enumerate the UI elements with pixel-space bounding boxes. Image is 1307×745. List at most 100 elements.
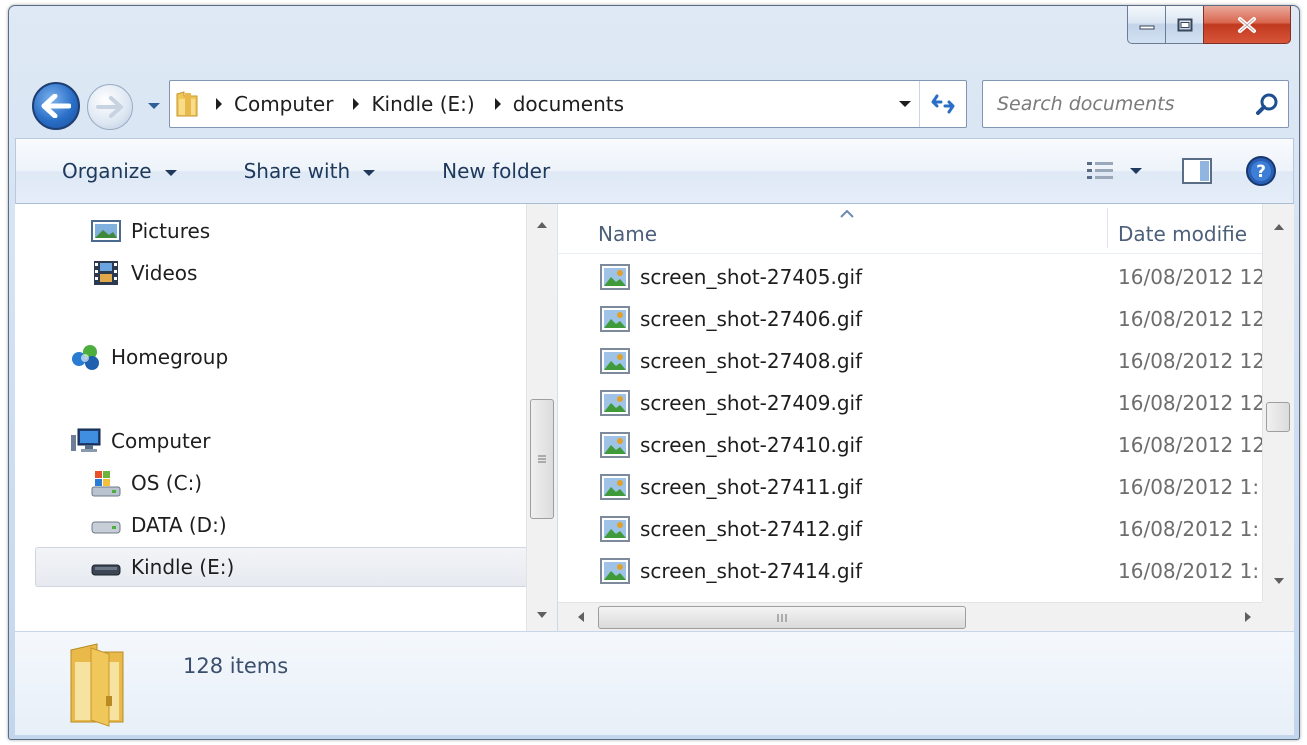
share-with-button[interactable]: Share with [230, 151, 391, 191]
file-date-modified: 16/08/2012 12 [1118, 265, 1262, 289]
address-history-button[interactable] [890, 81, 920, 127]
maximize-icon [1177, 18, 1192, 31]
chevron-down-icon [164, 159, 178, 183]
videos-icon [89, 259, 123, 287]
file-name: screen_shot-27414.gif [640, 559, 863, 583]
caption-buttons [1127, 6, 1291, 44]
scroll-down-button[interactable] [1264, 568, 1293, 594]
column-date-modified[interactable]: Date modifie [1118, 222, 1262, 246]
gif-image-icon [600, 474, 630, 500]
breadcrumb-arrow-icon[interactable] [204, 81, 234, 127]
back-button[interactable] [32, 82, 80, 130]
file-name: screen_shot-27410.gif [640, 433, 863, 457]
file-row[interactable]: screen_shot-27408.gif 16/08/2012 12 [558, 340, 1262, 382]
tree-item-data-d[interactable]: DATA (D:) [89, 506, 227, 544]
address-bar[interactable]: Computer Kindle (E:) documents [169, 80, 967, 128]
maximize-button[interactable] [1165, 6, 1203, 44]
file-row[interactable]: screen_shot-27411.gif 16/08/2012 1: [558, 466, 1262, 508]
chevron-down-icon [362, 159, 376, 183]
chevron-up-icon [1273, 224, 1284, 230]
breadcrumb-kindle[interactable]: Kindle (E:) [341, 81, 482, 127]
scroll-up-button[interactable] [1264, 214, 1293, 240]
change-view-button[interactable] [1081, 151, 1121, 191]
column-divider[interactable] [1107, 208, 1108, 248]
tree-item-videos[interactable]: Videos [89, 254, 197, 292]
file-row[interactable]: screen_shot-27409.gif 16/08/2012 12 [558, 382, 1262, 424]
file-date-modified: 16/08/2012 12 [1118, 433, 1262, 457]
os-drive-icon [89, 469, 123, 497]
gif-image-icon [600, 390, 630, 416]
chevron-down-icon [536, 612, 547, 618]
tree-item-label: Computer [111, 429, 211, 453]
breadcrumb-arrow-icon[interactable] [483, 81, 513, 127]
scroll-left-button[interactable] [566, 604, 595, 630]
breadcrumb-documents[interactable]: documents [483, 81, 632, 127]
scrollbar-thumb[interactable] [598, 606, 966, 629]
tree-item-kindle-e[interactable]: Kindle (E:) [35, 547, 532, 587]
minimize-button[interactable] [1127, 6, 1165, 44]
file-row[interactable]: screen_shot-27405.gif 16/08/2012 12 [558, 256, 1262, 298]
file-row[interactable]: screen_shot-27410.gif 16/08/2012 12 [558, 424, 1262, 466]
search-box[interactable] [982, 80, 1289, 128]
scroll-down-button[interactable] [527, 602, 556, 628]
share-with-label: Share with [243, 159, 351, 183]
file-date-modified: 16/08/2012 12 [1118, 391, 1262, 415]
view-controls: ? [1081, 151, 1293, 191]
navigation-scrollbar[interactable] [526, 204, 557, 631]
tree-item-homegroup[interactable]: Homegroup [69, 338, 228, 376]
sort-ascending-icon [840, 210, 854, 218]
file-list-vscrollbar[interactable] [1262, 204, 1294, 602]
homegroup-icon [69, 343, 103, 371]
tree-item-pictures[interactable]: Pictures [89, 212, 210, 250]
scroll-right-button[interactable] [1233, 604, 1262, 630]
new-folder-label: New folder [442, 159, 551, 183]
explorer-window: Computer Kindle (E:) documents O [8, 5, 1300, 740]
help-button[interactable]: ? [1241, 151, 1281, 191]
drive-icon [89, 511, 123, 539]
close-button[interactable] [1203, 6, 1291, 44]
tree-item-label: OS (C:) [131, 471, 203, 495]
file-row[interactable]: screen_shot-27414.gif 16/08/2012 1: [558, 550, 1262, 592]
grip-icon [777, 613, 787, 622]
tree-item-os-c[interactable]: OS (C:) [89, 464, 202, 502]
removable-drive-icon [89, 553, 123, 581]
gif-image-icon [600, 432, 630, 458]
chevron-down-icon [898, 101, 911, 107]
close-icon [1238, 16, 1256, 33]
new-folder-button[interactable]: New folder [428, 151, 564, 191]
tree-item-computer[interactable]: Computer [69, 422, 210, 460]
view-options-dropdown[interactable] [1121, 151, 1151, 191]
file-row[interactable]: screen_shot-27412.gif 16/08/2012 1: [558, 508, 1262, 550]
refresh-button[interactable] [920, 81, 966, 127]
details-view-icon [1087, 162, 1113, 179]
svg-text:?: ? [1256, 162, 1266, 182]
computer-icon [69, 427, 103, 455]
gif-image-icon [600, 558, 630, 584]
scrollbar-thumb[interactable] [1266, 402, 1290, 432]
search-icon[interactable] [1248, 81, 1288, 127]
scroll-up-button[interactable] [527, 212, 556, 238]
scrollbar-thumb[interactable] [530, 399, 554, 519]
breadcrumb-arrow-icon[interactable] [341, 81, 371, 127]
organize-button[interactable]: Organize [48, 151, 192, 191]
preview-pane-button[interactable] [1177, 151, 1217, 191]
breadcrumb-computer[interactable]: Computer [204, 81, 341, 127]
file-date-modified: 16/08/2012 1: [1118, 559, 1260, 583]
file-list-pane: Name Date modifie screen_shot-27405.gif 1… [558, 204, 1294, 631]
back-arrow-icon [41, 94, 71, 118]
folder-icon [61, 642, 133, 732]
grip-icon [538, 455, 546, 463]
file-name: screen_shot-27406.gif [640, 307, 863, 331]
file-list-hscrollbar[interactable] [558, 602, 1262, 631]
column-name[interactable]: Name [598, 222, 657, 246]
chevron-right-icon [1244, 612, 1251, 622]
file-row[interactable]: screen_shot-27406.gif 16/08/2012 12 [558, 298, 1262, 340]
breadcrumb-label: documents [512, 92, 625, 116]
search-input[interactable] [997, 93, 1248, 115]
minimize-icon [1139, 25, 1154, 29]
forward-button[interactable] [87, 84, 133, 130]
details-pane: 128 items [15, 631, 1294, 735]
recent-pages-dropdown[interactable] [145, 97, 163, 115]
pictures-icon [89, 217, 123, 245]
column-header-row: Name Date modifie [558, 204, 1262, 254]
